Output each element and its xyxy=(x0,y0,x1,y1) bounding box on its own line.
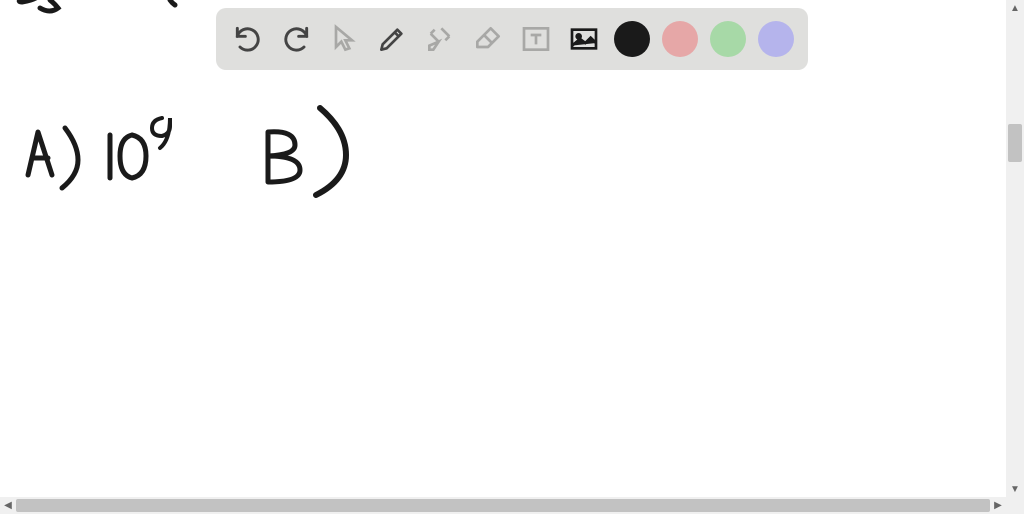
canvas-area[interactable] xyxy=(0,0,1005,497)
tools-settings-button[interactable] xyxy=(418,17,462,61)
pencil-tool-button[interactable] xyxy=(370,17,414,61)
color-black-button[interactable] xyxy=(614,21,650,57)
color-purple-button[interactable] xyxy=(758,21,794,57)
vertical-scrollbar[interactable]: ▲ ▼ xyxy=(1006,0,1024,497)
undo-button[interactable] xyxy=(226,17,270,61)
horizontal-scrollbar-thumb[interactable] xyxy=(16,499,990,512)
image-tool-button[interactable] xyxy=(562,17,606,61)
vertical-scrollbar-thumb[interactable] xyxy=(1008,124,1022,162)
color-pink-button[interactable] xyxy=(662,21,698,57)
scroll-left-arrow-icon[interactable]: ◀ xyxy=(0,497,16,514)
scroll-right-arrow-icon[interactable]: ▶ xyxy=(990,497,1006,514)
pointer-tool-button[interactable] xyxy=(322,17,366,61)
scroll-down-arrow-icon[interactable]: ▼ xyxy=(1006,481,1024,497)
eraser-tool-button[interactable] xyxy=(466,17,510,61)
redo-button[interactable] xyxy=(274,17,318,61)
color-green-button[interactable] xyxy=(710,21,746,57)
horizontal-scrollbar[interactable]: ◀ ▶ xyxy=(0,497,1006,514)
drawing-toolbar xyxy=(216,8,808,70)
scroll-up-arrow-icon[interactable]: ▲ xyxy=(1006,0,1024,16)
handwriting-content xyxy=(0,0,1005,497)
text-tool-button[interactable] xyxy=(514,17,558,61)
scroll-corner xyxy=(1006,497,1024,514)
